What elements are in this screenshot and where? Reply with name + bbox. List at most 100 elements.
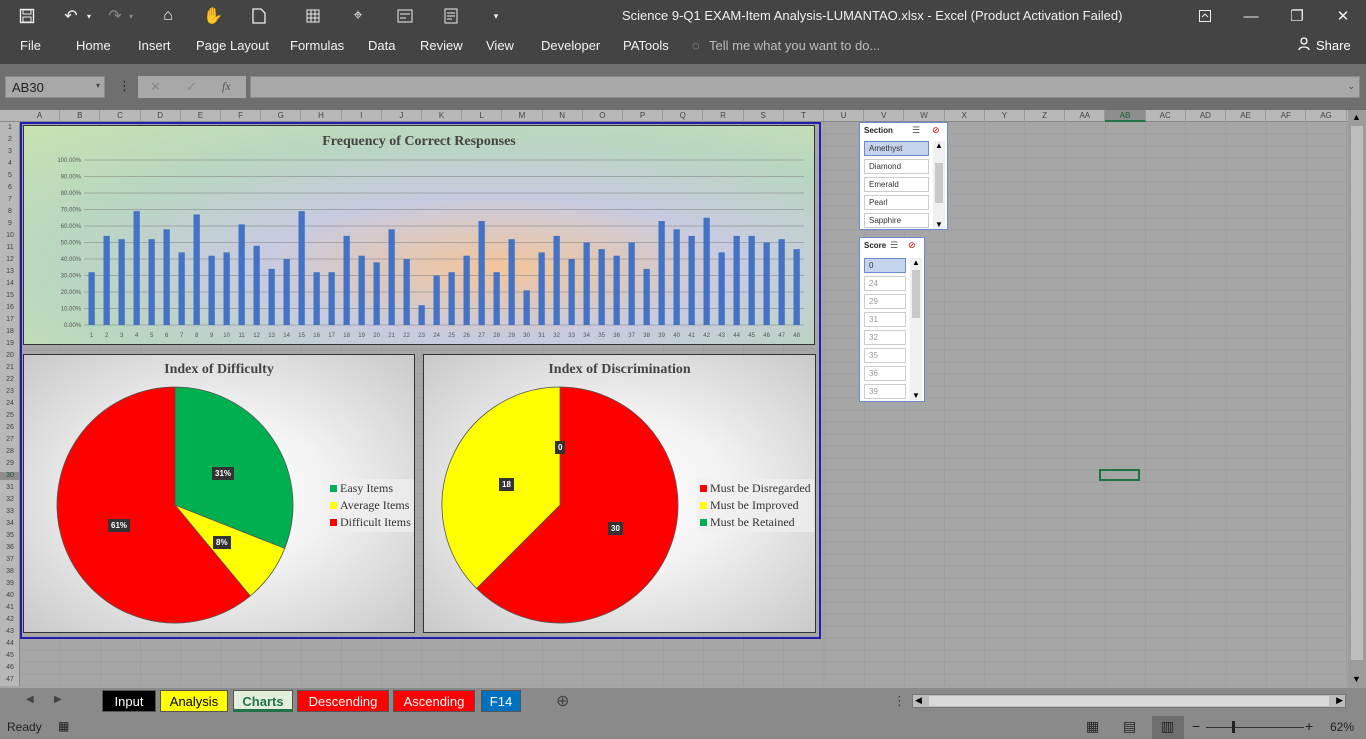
column-header[interactable]: Y	[985, 110, 1025, 122]
zoom-in-icon[interactable]: +	[1305, 718, 1313, 734]
name-box[interactable]: AB30 ▾	[5, 76, 105, 98]
clear-filter-icon[interactable]: ⊘	[932, 125, 940, 136]
column-header[interactable]: M	[502, 110, 543, 122]
row-header[interactable]: 12	[0, 256, 20, 264]
row-header[interactable]: 30	[0, 472, 20, 480]
score-item[interactable]: 0	[864, 258, 906, 273]
page-break-view-button[interactable]: ▥	[1152, 716, 1184, 739]
row-header[interactable]: 28	[0, 448, 20, 456]
row-header[interactable]: 27	[0, 436, 20, 444]
column-header[interactable]: U	[824, 110, 865, 122]
row-header[interactable]: 17	[0, 316, 20, 324]
column-header[interactable]: AB	[1105, 110, 1146, 122]
column-header[interactable]: AE	[1226, 110, 1267, 122]
insert-function-icon[interactable]: fx	[222, 79, 231, 94]
column-header[interactable]: P	[623, 110, 664, 122]
scroll-down-icon[interactable]: ▼	[1352, 674, 1361, 684]
tab-file[interactable]: File	[20, 38, 41, 53]
minimize-icon[interactable]: —	[1228, 0, 1274, 32]
row-header[interactable]: 7	[0, 196, 20, 204]
frequency-chart[interactable]: Frequency of Correct Responses 100.00% 90…	[23, 125, 815, 345]
row-header[interactable]: 15	[0, 292, 20, 300]
tab-insert[interactable]: Insert	[138, 38, 171, 53]
sheet-tab-f14[interactable]: F14	[481, 690, 521, 712]
scroll-up-icon[interactable]: ▲	[912, 258, 920, 267]
horizontal-scrollbar[interactable]: ◀ ▶	[912, 694, 1346, 708]
row-header[interactable]: 39	[0, 580, 20, 588]
customize-qat-icon[interactable]: ▾	[488, 4, 504, 28]
column-header[interactable]: T	[784, 110, 824, 122]
section-item[interactable]: Diamond	[864, 159, 929, 174]
column-header[interactable]: D	[141, 110, 181, 122]
sheet-tab-descending[interactable]: Descending	[297, 690, 389, 712]
tab-data[interactable]: Data	[368, 38, 395, 53]
redo-dropdown-icon[interactable]: ▾	[126, 4, 136, 28]
zoom-level[interactable]: 62%	[1330, 720, 1354, 734]
row-header[interactable]: 1	[0, 124, 20, 132]
prev-sheet-icon[interactable]: ◀	[26, 694, 34, 705]
ribbon-display-options-icon[interactable]	[1182, 0, 1228, 32]
row-header[interactable]: 6	[0, 184, 20, 192]
touch-mode-icon[interactable]: ✋	[200, 4, 226, 28]
row-header[interactable]: 19	[0, 340, 20, 348]
close-icon[interactable]: ✕	[1320, 0, 1366, 32]
row-header[interactable]: 36	[0, 544, 20, 552]
score-item[interactable]: 29	[864, 294, 906, 309]
row-header[interactable]: 8	[0, 208, 20, 216]
column-header[interactable]: G	[261, 110, 302, 122]
row-header[interactable]: 44	[0, 640, 20, 648]
row-header[interactable]: 47	[0, 676, 20, 684]
scroll-up-icon[interactable]: ▲	[1352, 112, 1361, 122]
formula-input[interactable]: ⌄	[250, 76, 1360, 98]
multi-select-icon[interactable]: ☰	[890, 240, 898, 251]
home-icon[interactable]: ⌂	[155, 4, 181, 28]
vertical-scroll-thumb[interactable]	[1351, 126, 1363, 660]
scroll-down-icon[interactable]: ▼	[912, 391, 920, 400]
row-header[interactable]: 16	[0, 304, 20, 312]
sheet-tab-charts[interactable]: Charts	[233, 690, 293, 712]
row-header[interactable]: 14	[0, 280, 20, 288]
column-header[interactable]: H	[301, 110, 342, 122]
next-sheet-icon[interactable]: ▶	[54, 694, 62, 705]
column-header[interactable]: I	[342, 110, 382, 122]
scroll-right-icon[interactable]: ▶	[1336, 695, 1343, 706]
sheet-tab-analysis[interactable]: Analysis	[160, 690, 228, 712]
column-header[interactable]: AF	[1266, 110, 1307, 122]
row-header[interactable]: 3	[0, 148, 20, 156]
row-header[interactable]: 4	[0, 160, 20, 168]
section-item[interactable]: Emerald	[864, 177, 929, 192]
discrimination-chart[interactable]: Index of Discrimination 30 18 0 Must be …	[423, 354, 816, 633]
row-header[interactable]: 31	[0, 484, 20, 492]
tab-view[interactable]: View	[486, 38, 514, 53]
tab-page-layout[interactable]: Page Layout	[196, 38, 269, 53]
row-header[interactable]: 25	[0, 412, 20, 420]
tab-review[interactable]: Review	[420, 38, 463, 53]
column-header[interactable]: W	[904, 110, 945, 122]
zoom-slider-thumb[interactable]	[1232, 721, 1235, 733]
row-header[interactable]: 9	[0, 220, 20, 228]
row-header[interactable]: 46	[0, 664, 20, 672]
row-header[interactable]: 11	[0, 244, 20, 252]
zoom-out-icon[interactable]: −	[1192, 718, 1200, 734]
row-header[interactable]: 42	[0, 616, 20, 624]
row-header[interactable]: 32	[0, 496, 20, 504]
zoom-slider[interactable]	[1206, 727, 1304, 728]
save-icon[interactable]	[14, 4, 40, 28]
column-header[interactable]: AA	[1065, 110, 1106, 122]
score-item[interactable]: 32	[864, 330, 906, 345]
row-header[interactable]: 23	[0, 388, 20, 396]
normal-view-icon[interactable]: ▦	[1086, 718, 1099, 735]
row-header[interactable]: 10	[0, 232, 20, 240]
tab-patools[interactable]: PATools	[623, 38, 669, 53]
score-item[interactable]: 35	[864, 348, 906, 363]
tab-options-icon[interactable]: ⋮	[893, 693, 906, 709]
column-header[interactable]: AG	[1306, 110, 1347, 122]
row-header[interactable]: 45	[0, 652, 20, 660]
page-layout-view-icon[interactable]: ▤	[1123, 718, 1136, 735]
form-icon[interactable]	[392, 4, 418, 28]
row-header[interactable]: 18	[0, 328, 20, 336]
row-header[interactable]: 20	[0, 352, 20, 360]
row-header[interactable]: 41	[0, 604, 20, 612]
row-header[interactable]: 13	[0, 268, 20, 276]
vertical-scrollbar[interactable]: ▲ ▼	[1348, 110, 1366, 688]
